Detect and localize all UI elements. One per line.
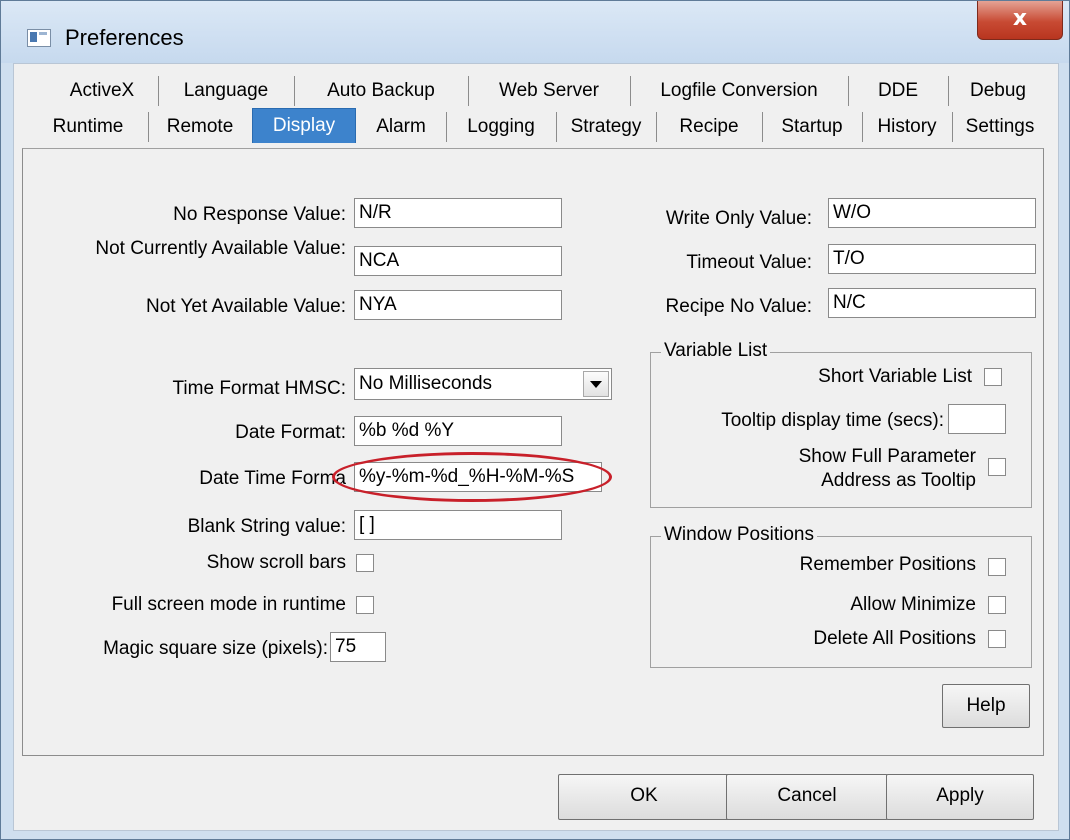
time-format-value: No Milliseconds xyxy=(359,373,493,394)
tab-runtime[interactable]: Runtime xyxy=(28,112,149,142)
tab-logging[interactable]: Logging xyxy=(446,112,557,142)
tab-remote[interactable]: Remote xyxy=(148,112,253,142)
highlight-annotation xyxy=(332,452,612,502)
tooltip-time-field[interactable] xyxy=(948,404,1006,434)
tab-web-server[interactable]: Web Server xyxy=(468,76,631,106)
not-currently-available-label: Not Currently Available Value: xyxy=(95,238,346,259)
window-title: Preferences xyxy=(65,25,184,50)
show-full-parameter-label-line2: Address as Tooltip xyxy=(821,470,976,491)
time-format-label: Time Format HMSC: xyxy=(172,378,346,399)
tab-startup[interactable]: Startup xyxy=(762,112,863,142)
tab-recipe[interactable]: Recipe xyxy=(656,112,763,142)
not-currently-available-field[interactable]: NCA xyxy=(354,246,562,276)
magic-square-field[interactable]: 75 xyxy=(330,632,386,662)
tab-auto-backup[interactable]: Auto Backup xyxy=(294,76,469,106)
remember-positions-checkbox[interactable] xyxy=(988,558,1006,576)
recipe-no-field[interactable]: N/C xyxy=(828,288,1036,318)
title-bar: Preferences x xyxy=(1,1,1069,63)
tab-settings[interactable]: Settings xyxy=(952,112,1048,142)
magic-square-label: Magic square size (pixels): xyxy=(103,638,328,659)
show-scroll-bars-checkbox[interactable] xyxy=(356,554,374,572)
not-yet-available-field[interactable]: NYA xyxy=(354,290,562,320)
help-button[interactable]: Help xyxy=(942,684,1030,728)
no-response-label: No Response Value: xyxy=(173,204,346,225)
tab-language[interactable]: Language xyxy=(158,76,295,106)
apply-button[interactable]: Apply xyxy=(886,774,1034,820)
tab-display[interactable]: Display xyxy=(252,108,356,143)
write-only-field[interactable]: W/O xyxy=(828,198,1036,228)
short-variable-list-checkbox[interactable] xyxy=(984,368,1002,386)
write-only-label: Write Only Value: xyxy=(665,208,812,229)
date-time-format-label: Date Time Forma xyxy=(199,468,346,489)
timeout-label: Timeout Value: xyxy=(686,252,812,273)
tab-debug[interactable]: Debug xyxy=(948,76,1048,106)
full-screen-label: Full screen mode in runtime xyxy=(111,594,346,615)
tab-alarm[interactable]: Alarm xyxy=(356,112,447,142)
window-positions-legend: Window Positions xyxy=(661,524,817,546)
date-format-label: Date Format: xyxy=(235,422,346,443)
blank-string-label: Blank String value: xyxy=(187,516,346,537)
tab-dde[interactable]: DDE xyxy=(848,76,949,106)
tab-activex[interactable]: ActiveX xyxy=(46,76,159,106)
delete-all-positions-checkbox[interactable] xyxy=(988,630,1006,648)
timeout-field[interactable]: T/O xyxy=(828,244,1036,274)
not-yet-available-label: Not Yet Available Value: xyxy=(145,296,346,317)
no-response-field[interactable]: N/R xyxy=(354,198,562,228)
remember-positions-label: Remember Positions xyxy=(799,554,976,575)
allow-minimize-label: Allow Minimize xyxy=(850,594,976,615)
tab-history[interactable]: History xyxy=(862,112,953,142)
show-full-parameter-label-line1: Show Full Parameter xyxy=(798,446,976,467)
full-screen-checkbox[interactable] xyxy=(356,596,374,614)
allow-minimize-checkbox[interactable] xyxy=(988,596,1006,614)
show-full-parameter-checkbox[interactable] xyxy=(988,458,1006,476)
delete-all-positions-label: Delete All Positions xyxy=(813,628,976,649)
recipe-no-label: Recipe No Value: xyxy=(665,296,812,317)
date-format-field[interactable]: %b %d %Y xyxy=(354,416,562,446)
variable-list-legend: Variable List xyxy=(661,340,771,362)
tab-logfile-conversion[interactable]: Logfile Conversion xyxy=(630,76,849,106)
blank-string-field[interactable]: [ ] xyxy=(354,510,562,540)
time-format-select[interactable]: No Milliseconds xyxy=(354,368,612,400)
tooltip-time-label: Tooltip display time (secs): xyxy=(721,410,944,431)
tab-strategy[interactable]: Strategy xyxy=(556,112,657,142)
ok-button[interactable]: OK xyxy=(558,774,730,820)
dropdown-arrow-icon[interactable] xyxy=(583,371,609,397)
close-button[interactable]: x xyxy=(977,1,1063,40)
cancel-button[interactable]: Cancel xyxy=(726,774,888,820)
short-variable-list-label: Short Variable List xyxy=(818,366,972,387)
app-icon xyxy=(27,29,51,47)
show-scroll-bars-label: Show scroll bars xyxy=(206,552,346,573)
